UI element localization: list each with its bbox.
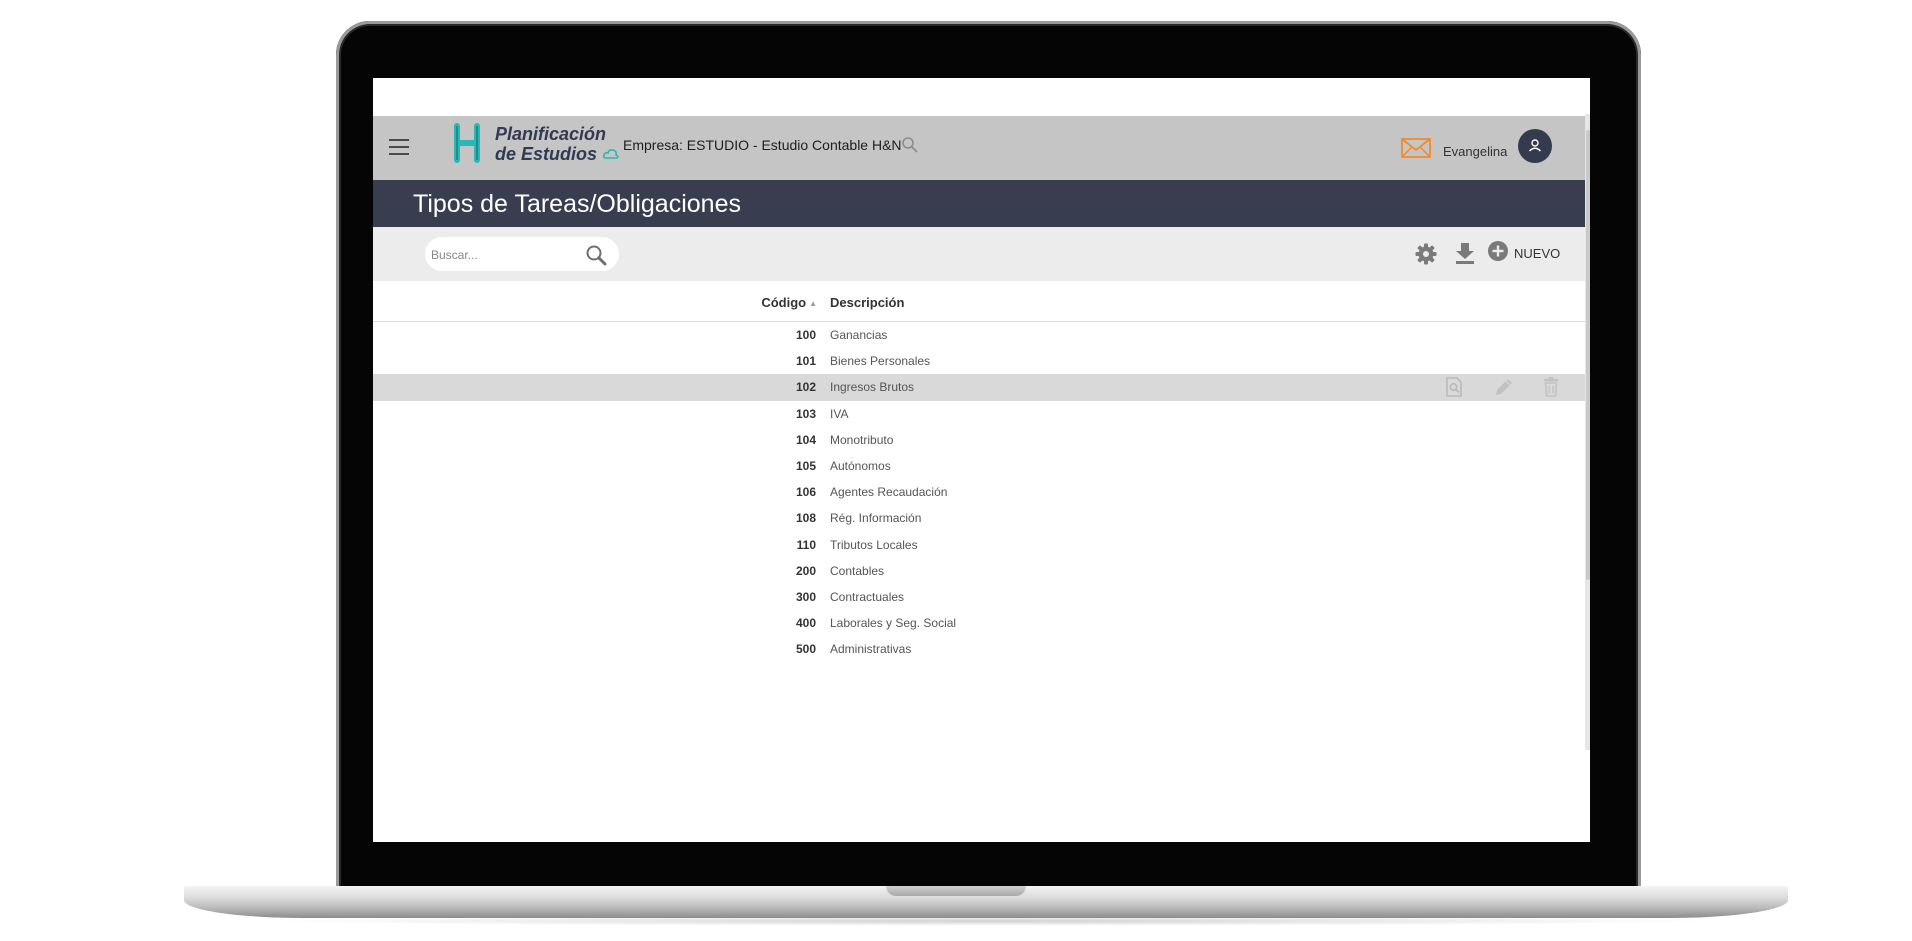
table-row[interactable]: 102 Ingresos Brutos bbox=[373, 374, 1585, 401]
cell-code: 104 bbox=[795, 432, 816, 447]
settings-gear-icon[interactable] bbox=[1414, 242, 1438, 266]
user-icon bbox=[1529, 139, 1541, 152]
app-logo[interactable]: Planificación de Estudios bbox=[447, 120, 619, 176]
column-header-description[interactable]: Descripción bbox=[830, 295, 904, 310]
cell-description: Agentes Recaudación bbox=[830, 485, 948, 500]
table-row[interactable]: 110 Tributos Locales bbox=[373, 532, 1585, 558]
cell-description: Rég. Información bbox=[830, 511, 922, 526]
cell-code: 106 bbox=[795, 485, 816, 500]
cell-description: Administrativas bbox=[830, 642, 912, 657]
page-title: Tipos de Tareas/Obligaciones bbox=[413, 190, 741, 218]
delete-icon[interactable] bbox=[1540, 376, 1562, 398]
table-row[interactable]: 104 Monotributo bbox=[373, 427, 1585, 453]
cell-code: 108 bbox=[795, 511, 816, 526]
scrollbar-thumb[interactable] bbox=[1586, 130, 1590, 580]
top-navbar: Planificación de Estudios Empresa: ESTUD… bbox=[373, 116, 1585, 180]
cell-description: Bienes Personales bbox=[830, 354, 931, 369]
table-row[interactable]: 105 Autónomos bbox=[373, 453, 1585, 479]
cell-description: Ganancias bbox=[830, 328, 888, 342]
hamburger-menu-icon[interactable] bbox=[389, 139, 409, 155]
table-row[interactable]: 500 Administrativas bbox=[373, 636, 1585, 662]
table-row[interactable]: 100 Ganancias bbox=[373, 322, 1585, 348]
toolbar: NUEVO bbox=[373, 227, 1585, 281]
user-name[interactable]: Evangelina bbox=[1443, 144, 1507, 159]
cell-description: IVA bbox=[830, 406, 849, 421]
laptop-notch bbox=[886, 886, 1026, 896]
cell-description: Tributos Locales bbox=[830, 537, 918, 552]
logo-line-2: de Estudios bbox=[495, 144, 598, 164]
table-row[interactable]: 200 Contables bbox=[373, 558, 1585, 584]
view-icon[interactable] bbox=[1443, 376, 1465, 398]
company-search-icon[interactable] bbox=[901, 136, 919, 154]
cell-code: 500 bbox=[795, 642, 816, 657]
mail-icon[interactable] bbox=[1401, 138, 1431, 158]
table-header: Código ▲ Descripción bbox=[373, 281, 1585, 322]
cell-code: 105 bbox=[795, 458, 816, 473]
cell-description: Contables bbox=[830, 563, 885, 578]
cloud-icon bbox=[603, 149, 619, 159]
new-button[interactable]: NUEVO bbox=[1514, 246, 1560, 261]
app-screen: Planificación de Estudios Empresa: ESTUD… bbox=[373, 78, 1590, 842]
edit-icon[interactable] bbox=[1493, 376, 1515, 398]
cell-code: 101 bbox=[795, 354, 816, 369]
cell-code: 110 bbox=[796, 537, 816, 552]
table-row[interactable]: 400 Laborales y Seg. Social bbox=[373, 610, 1585, 636]
cell-code: 200 bbox=[795, 563, 816, 578]
cell-code: 102 bbox=[795, 380, 816, 395]
table-row[interactable]: 101 Bienes Personales bbox=[373, 348, 1585, 374]
cell-code: 100 bbox=[795, 328, 816, 342]
sort-asc-icon[interactable]: ▲ bbox=[809, 299, 817, 308]
cell-code: 103 bbox=[795, 406, 816, 421]
logo-mark-icon bbox=[454, 123, 480, 163]
search-input[interactable] bbox=[425, 237, 583, 273]
add-circle-icon[interactable] bbox=[1487, 240, 1509, 262]
cell-code: 300 bbox=[795, 589, 816, 604]
table-row[interactable]: 300 Contractuales bbox=[373, 584, 1585, 610]
column-header-code[interactable]: Código ▲ bbox=[761, 295, 817, 310]
logo-line-1: Planificación bbox=[495, 124, 607, 144]
search-box bbox=[425, 237, 619, 273]
cell-code: 400 bbox=[795, 616, 816, 631]
download-icon[interactable] bbox=[1454, 241, 1476, 265]
table-row[interactable]: 106 Agentes Recaudación bbox=[373, 479, 1585, 505]
cell-description: Contractuales bbox=[830, 589, 905, 604]
avatar[interactable] bbox=[1518, 129, 1552, 163]
logo-text: Planificación de Estudios bbox=[495, 124, 606, 164]
cell-description: Autónomos bbox=[830, 458, 891, 473]
company-label: Empresa: ESTUDIO - Estudio Contable H&N bbox=[623, 137, 902, 153]
table-body: 100 Ganancias 101 Bienes Personales 102 Ingre… bbox=[373, 322, 1585, 662]
table-row[interactable]: 103 IVA bbox=[373, 401, 1585, 427]
cell-description: Ingresos Brutos bbox=[830, 380, 915, 395]
search-icon[interactable] bbox=[585, 244, 607, 266]
page-title-bar: Tipos de Tareas/Obligaciones bbox=[373, 180, 1585, 227]
cell-description: Laborales y Seg. Social bbox=[830, 616, 957, 631]
cell-description: Monotributo bbox=[830, 432, 894, 447]
column-header-code-label: Código bbox=[761, 295, 807, 310]
table-row[interactable]: 108 Rég. Información bbox=[373, 505, 1585, 531]
